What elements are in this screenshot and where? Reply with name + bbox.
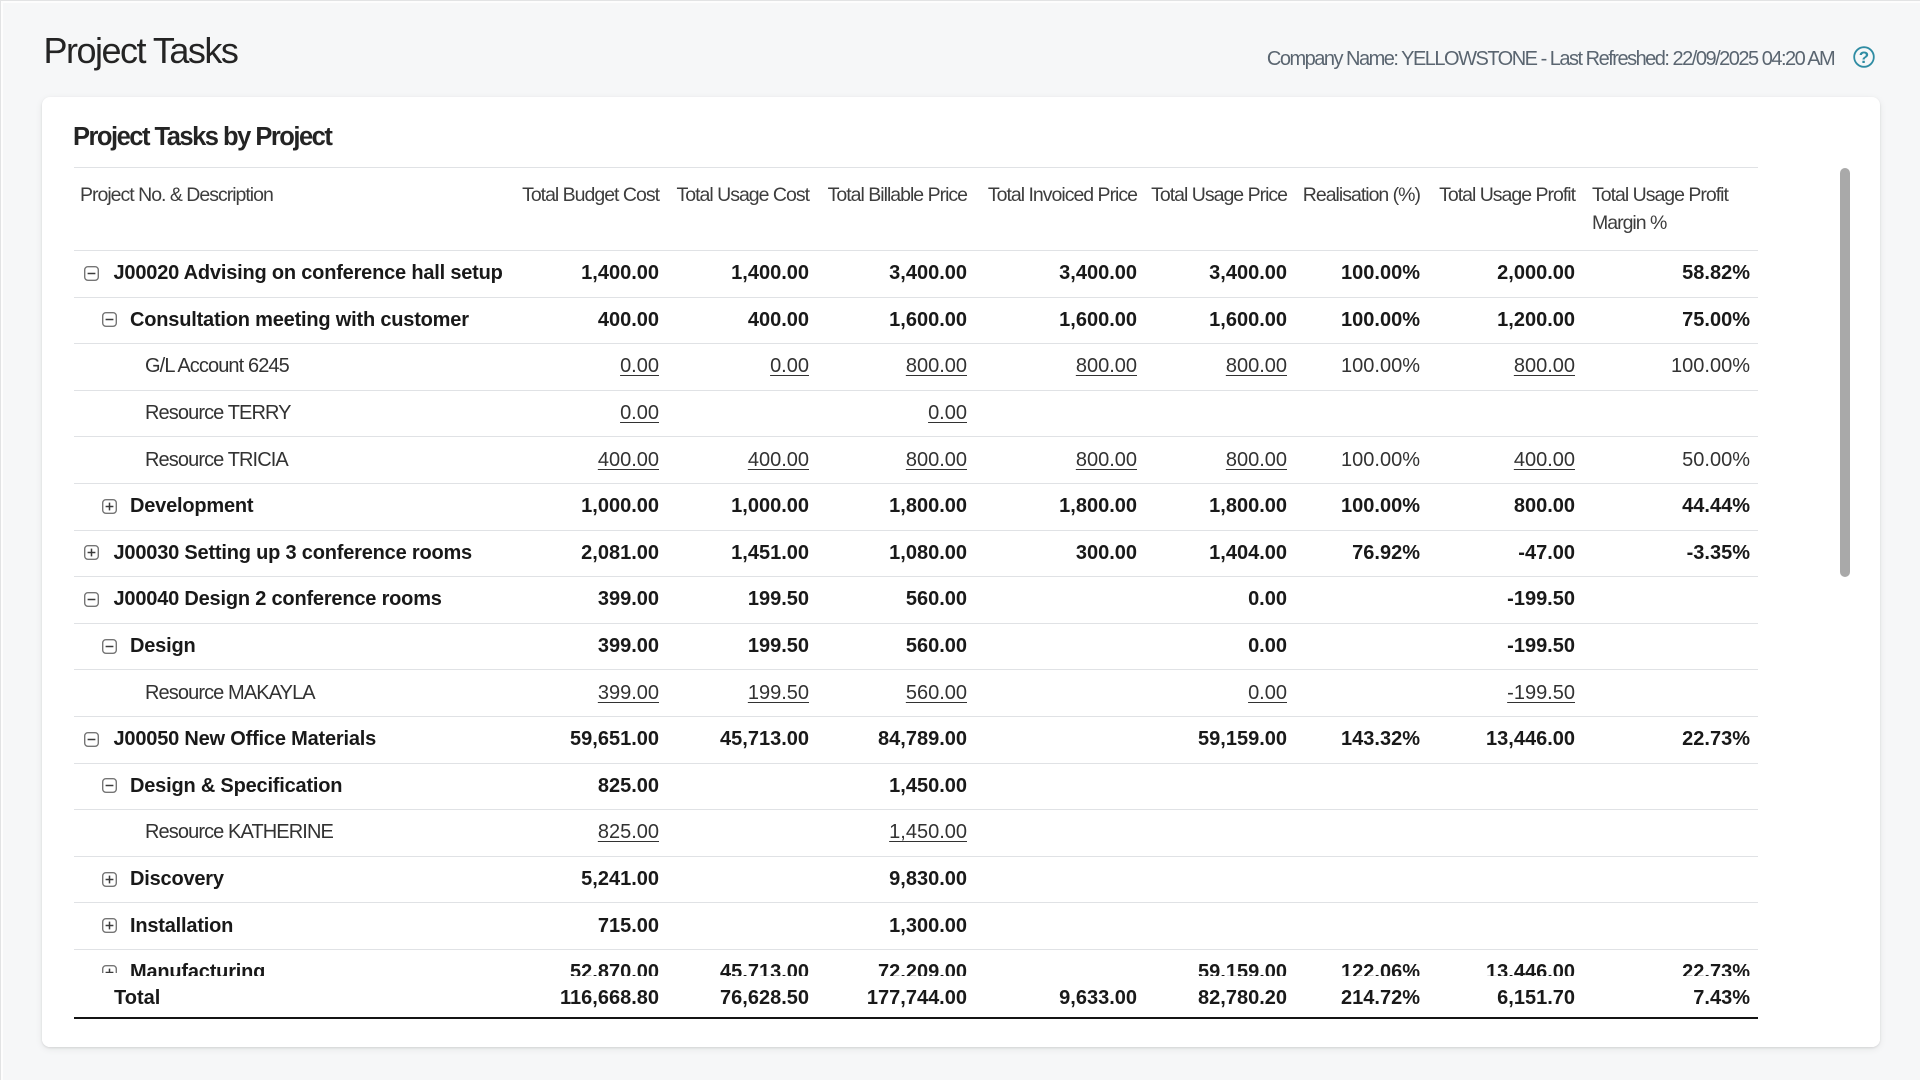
svg-text:?: ? [1859, 48, 1869, 67]
